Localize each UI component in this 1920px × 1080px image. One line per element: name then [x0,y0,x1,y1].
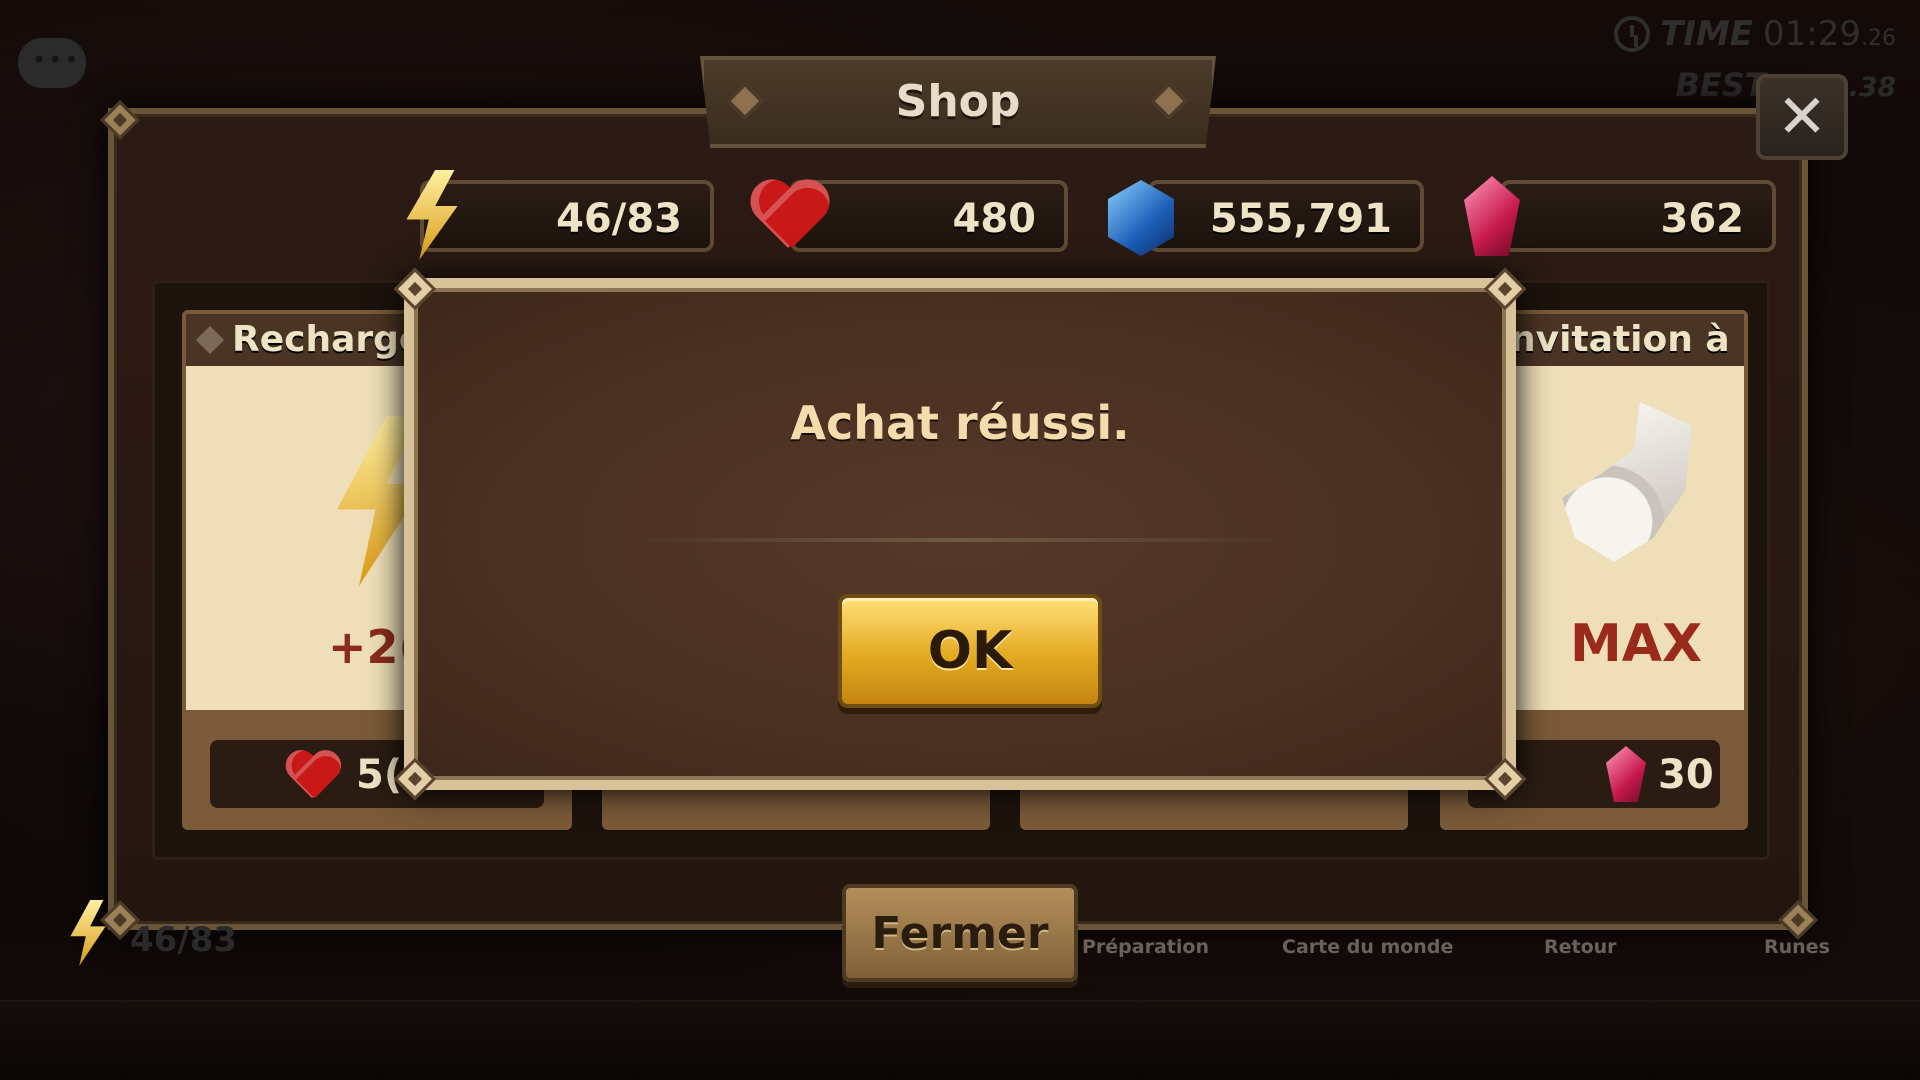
nav-back[interactable]: Retour [1544,936,1617,958]
clock-icon [1614,16,1651,52]
close-icon: ✕ [1776,82,1828,152]
crystals-counter: 555,791 [1148,180,1424,252]
close-shop-button[interactable]: Fermer [842,884,1078,982]
energy-value: 46/83 [556,196,682,242]
close-button[interactable]: ✕ [1756,74,1848,160]
shop-title: Shop [895,76,1021,127]
heart-icon [284,752,340,802]
gems-counter: 362 [1500,180,1776,252]
crystals-value: 555,791 [1209,196,1392,242]
hearts-counter: 480 [790,180,1068,252]
nav-runes[interactable]: Runes [1764,936,1830,958]
dialog-message: Achat réussi. [790,396,1130,450]
dialog-divider [634,538,1286,542]
price-value: 5( [356,752,403,798]
purchase-success-dialog: Achat réussi. OK [393,267,1527,801]
price-value: 30 [1658,752,1714,798]
nav-energy-value: 46/83 [130,920,238,960]
best-fraction: .38 [1848,72,1896,103]
diamond-icon [195,325,225,355]
timer-display: TIME 01:29.26 [1596,14,1896,54]
ok-label: OK [927,621,1013,681]
bottom-strip [0,1000,1920,1080]
nav-world-map[interactable]: Carte du monde [1282,936,1453,958]
gem-icon [1606,746,1646,802]
best-time-display: BEST .38 [1596,66,1896,106]
heart-icon [748,182,828,254]
max-label: MAX [1570,614,1703,674]
hearts-value: 480 [952,196,1037,242]
chat-icon[interactable] [18,38,86,88]
close-shop-label: Fermer [871,907,1049,959]
best-label: BEST [1675,66,1767,104]
time-label: TIME [1660,14,1754,54]
wing-icon [1562,402,1692,562]
gems-value: 362 [1660,196,1745,242]
energy-counter: 46/83 [420,180,714,252]
time-value: 01:29.26 [1763,14,1896,54]
nav-preparation[interactable]: Préparation [1082,936,1209,958]
ok-button[interactable]: OK [838,594,1102,708]
